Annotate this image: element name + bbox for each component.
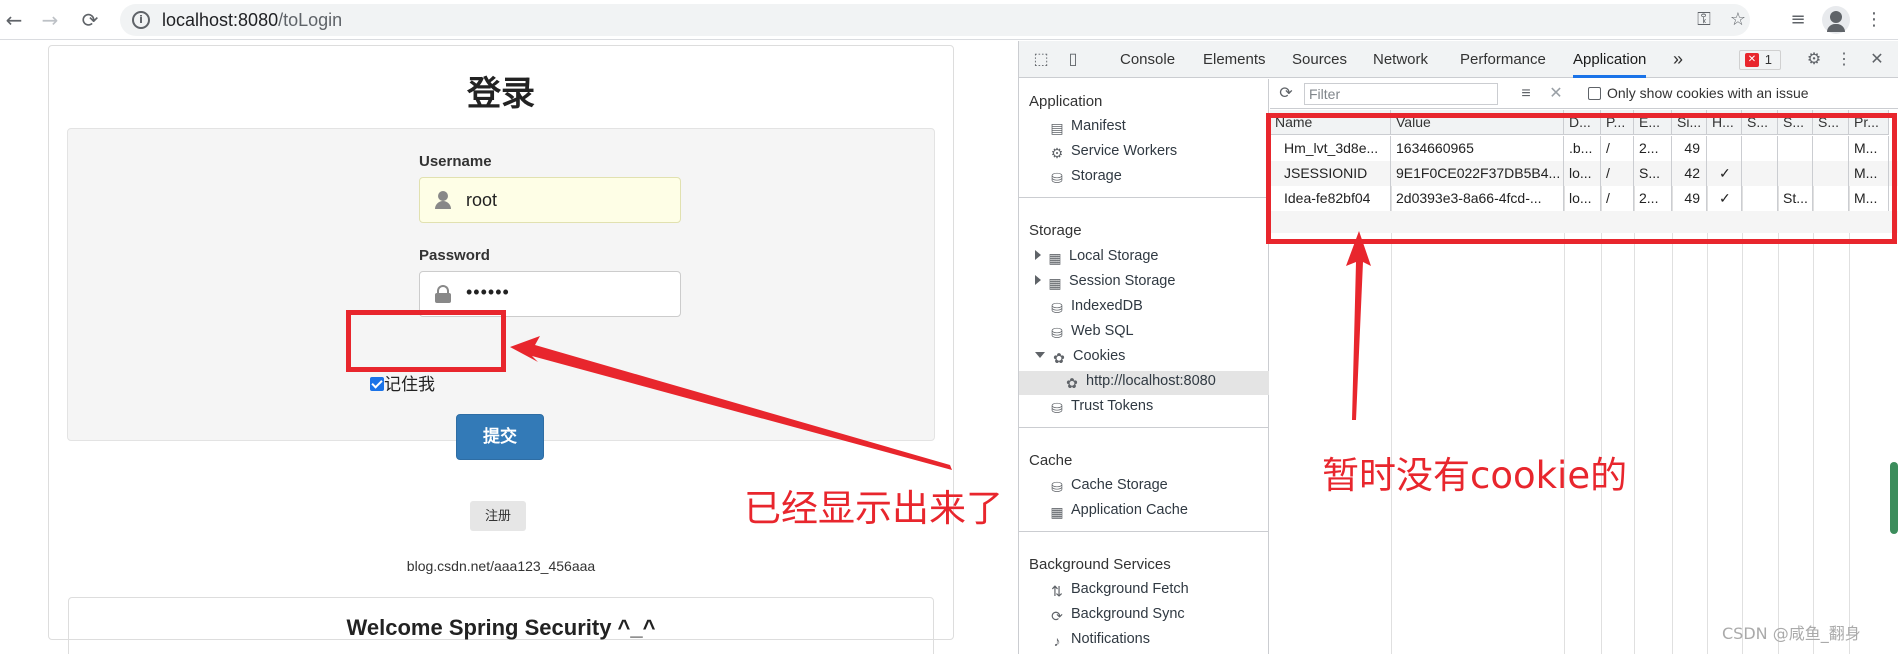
watermark: CSDN @咸鱼_翻身 — [1722, 624, 1861, 643]
arrow-up — [1346, 231, 1371, 420]
arrow-left — [510, 336, 952, 470]
annotation-right-text: 暂时没有cookie的 — [1322, 454, 1628, 497]
annotation-arrows — [510, 231, 1371, 470]
annotation-left-text: 已经显示出来了 — [744, 487, 1003, 530]
scrollbar-thumb[interactable] — [1890, 462, 1898, 534]
